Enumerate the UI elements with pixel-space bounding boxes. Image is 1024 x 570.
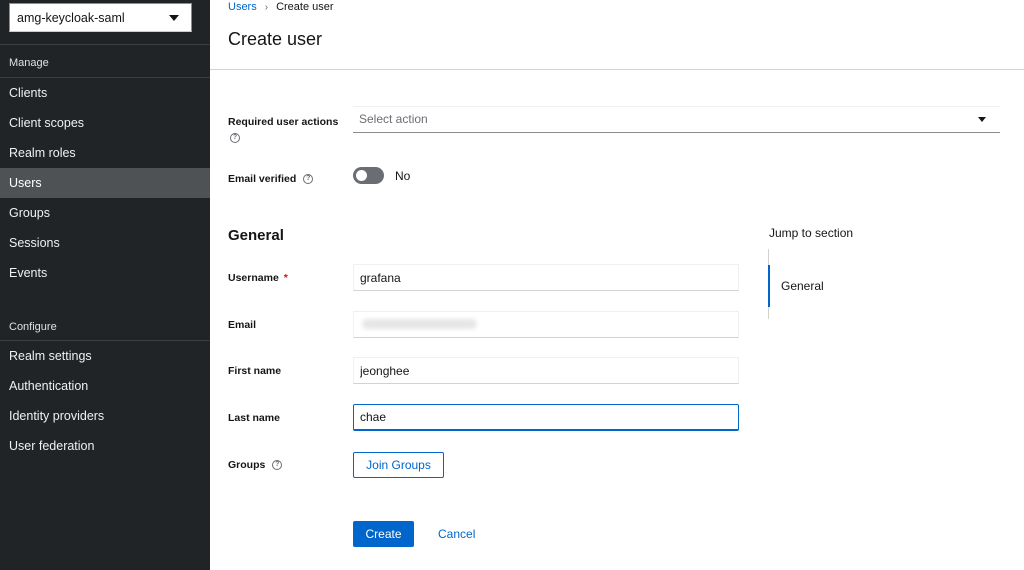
sidebar-divider: [0, 44, 210, 45]
join-groups-button[interactable]: Join Groups: [353, 452, 444, 478]
cancel-button[interactable]: Cancel: [438, 527, 475, 541]
jump-link-general[interactable]: General: [768, 265, 824, 307]
sidebar-item-events[interactable]: Events: [0, 258, 210, 288]
username-label: Username *: [228, 272, 288, 284]
sidebar-item-clients[interactable]: Clients: [0, 78, 210, 108]
sidebar: amg-keycloak-saml Manage Clients Client …: [0, 0, 210, 570]
toggle-knob: [356, 170, 367, 181]
jump-to-section-title: Jump to section: [769, 226, 854, 240]
sidebar-item-realm-roles[interactable]: Realm roles: [0, 138, 210, 168]
username-input[interactable]: [353, 264, 739, 291]
required-actions-label: Required user actions ?: [228, 114, 343, 146]
general-heading: General: [228, 227, 284, 244]
help-circle-icon[interactable]: ?: [303, 174, 314, 185]
required-actions-label-text: Required user actions: [228, 116, 339, 128]
email-verified-label: Email verified ?: [228, 173, 314, 185]
sidebar-item-client-scopes[interactable]: Client scopes: [0, 108, 210, 138]
last-name-input[interactable]: [353, 404, 739, 431]
required-actions-select[interactable]: Select action: [353, 106, 1000, 133]
email-verified-toggle[interactable]: [353, 167, 384, 184]
help-circle-icon[interactable]: ?: [230, 133, 240, 144]
last-name-label: Last name: [228, 412, 280, 424]
email-label: Email: [228, 319, 257, 331]
help-circle-icon[interactable]: ?: [272, 460, 283, 471]
breadcrumb: Users › Create user: [228, 1, 334, 13]
page-title: Create user: [228, 29, 323, 49]
first-name-label: First name: [228, 365, 282, 377]
realm-name: amg-keycloak-saml: [17, 10, 125, 25]
create-button[interactable]: Create: [353, 521, 414, 547]
username-label-text: Username: [228, 272, 279, 284]
caret-down-icon: [169, 15, 179, 21]
sidebar-item-groups[interactable]: Groups: [0, 198, 210, 228]
main-content: Users › Create user Create user Required…: [210, 0, 1024, 570]
realm-selector[interactable]: amg-keycloak-saml: [9, 3, 192, 32]
first-name-input[interactable]: [353, 357, 739, 384]
groups-label-text: Groups: [228, 459, 266, 471]
section-title-manage: Manage: [9, 57, 49, 69]
section-title-configure: Configure: [9, 321, 57, 333]
email-verified-label-text: Email verified: [228, 173, 297, 185]
sidebar-item-identity-providers[interactable]: Identity providers: [0, 401, 210, 431]
breadcrumb-current: Create user: [276, 1, 334, 13]
email-verified-value: No: [395, 169, 411, 183]
breadcrumb-users-link[interactable]: Users: [228, 1, 257, 13]
chevron-right-icon: ›: [264, 1, 269, 13]
caret-down-icon: [978, 117, 986, 122]
required-star: *: [283, 272, 288, 284]
sidebar-item-sessions[interactable]: Sessions: [0, 228, 210, 258]
sidebar-item-realm-settings[interactable]: Realm settings: [0, 341, 210, 371]
header-divider: [210, 69, 1024, 70]
sidebar-item-authentication[interactable]: Authentication: [0, 371, 210, 401]
blurred-email-value: [362, 319, 477, 329]
sidebar-item-users[interactable]: Users: [0, 168, 210, 198]
required-actions-placeholder: Select action: [359, 112, 428, 126]
sidebar-item-user-federation[interactable]: User federation: [0, 431, 210, 461]
groups-label: Groups ?: [228, 459, 283, 471]
